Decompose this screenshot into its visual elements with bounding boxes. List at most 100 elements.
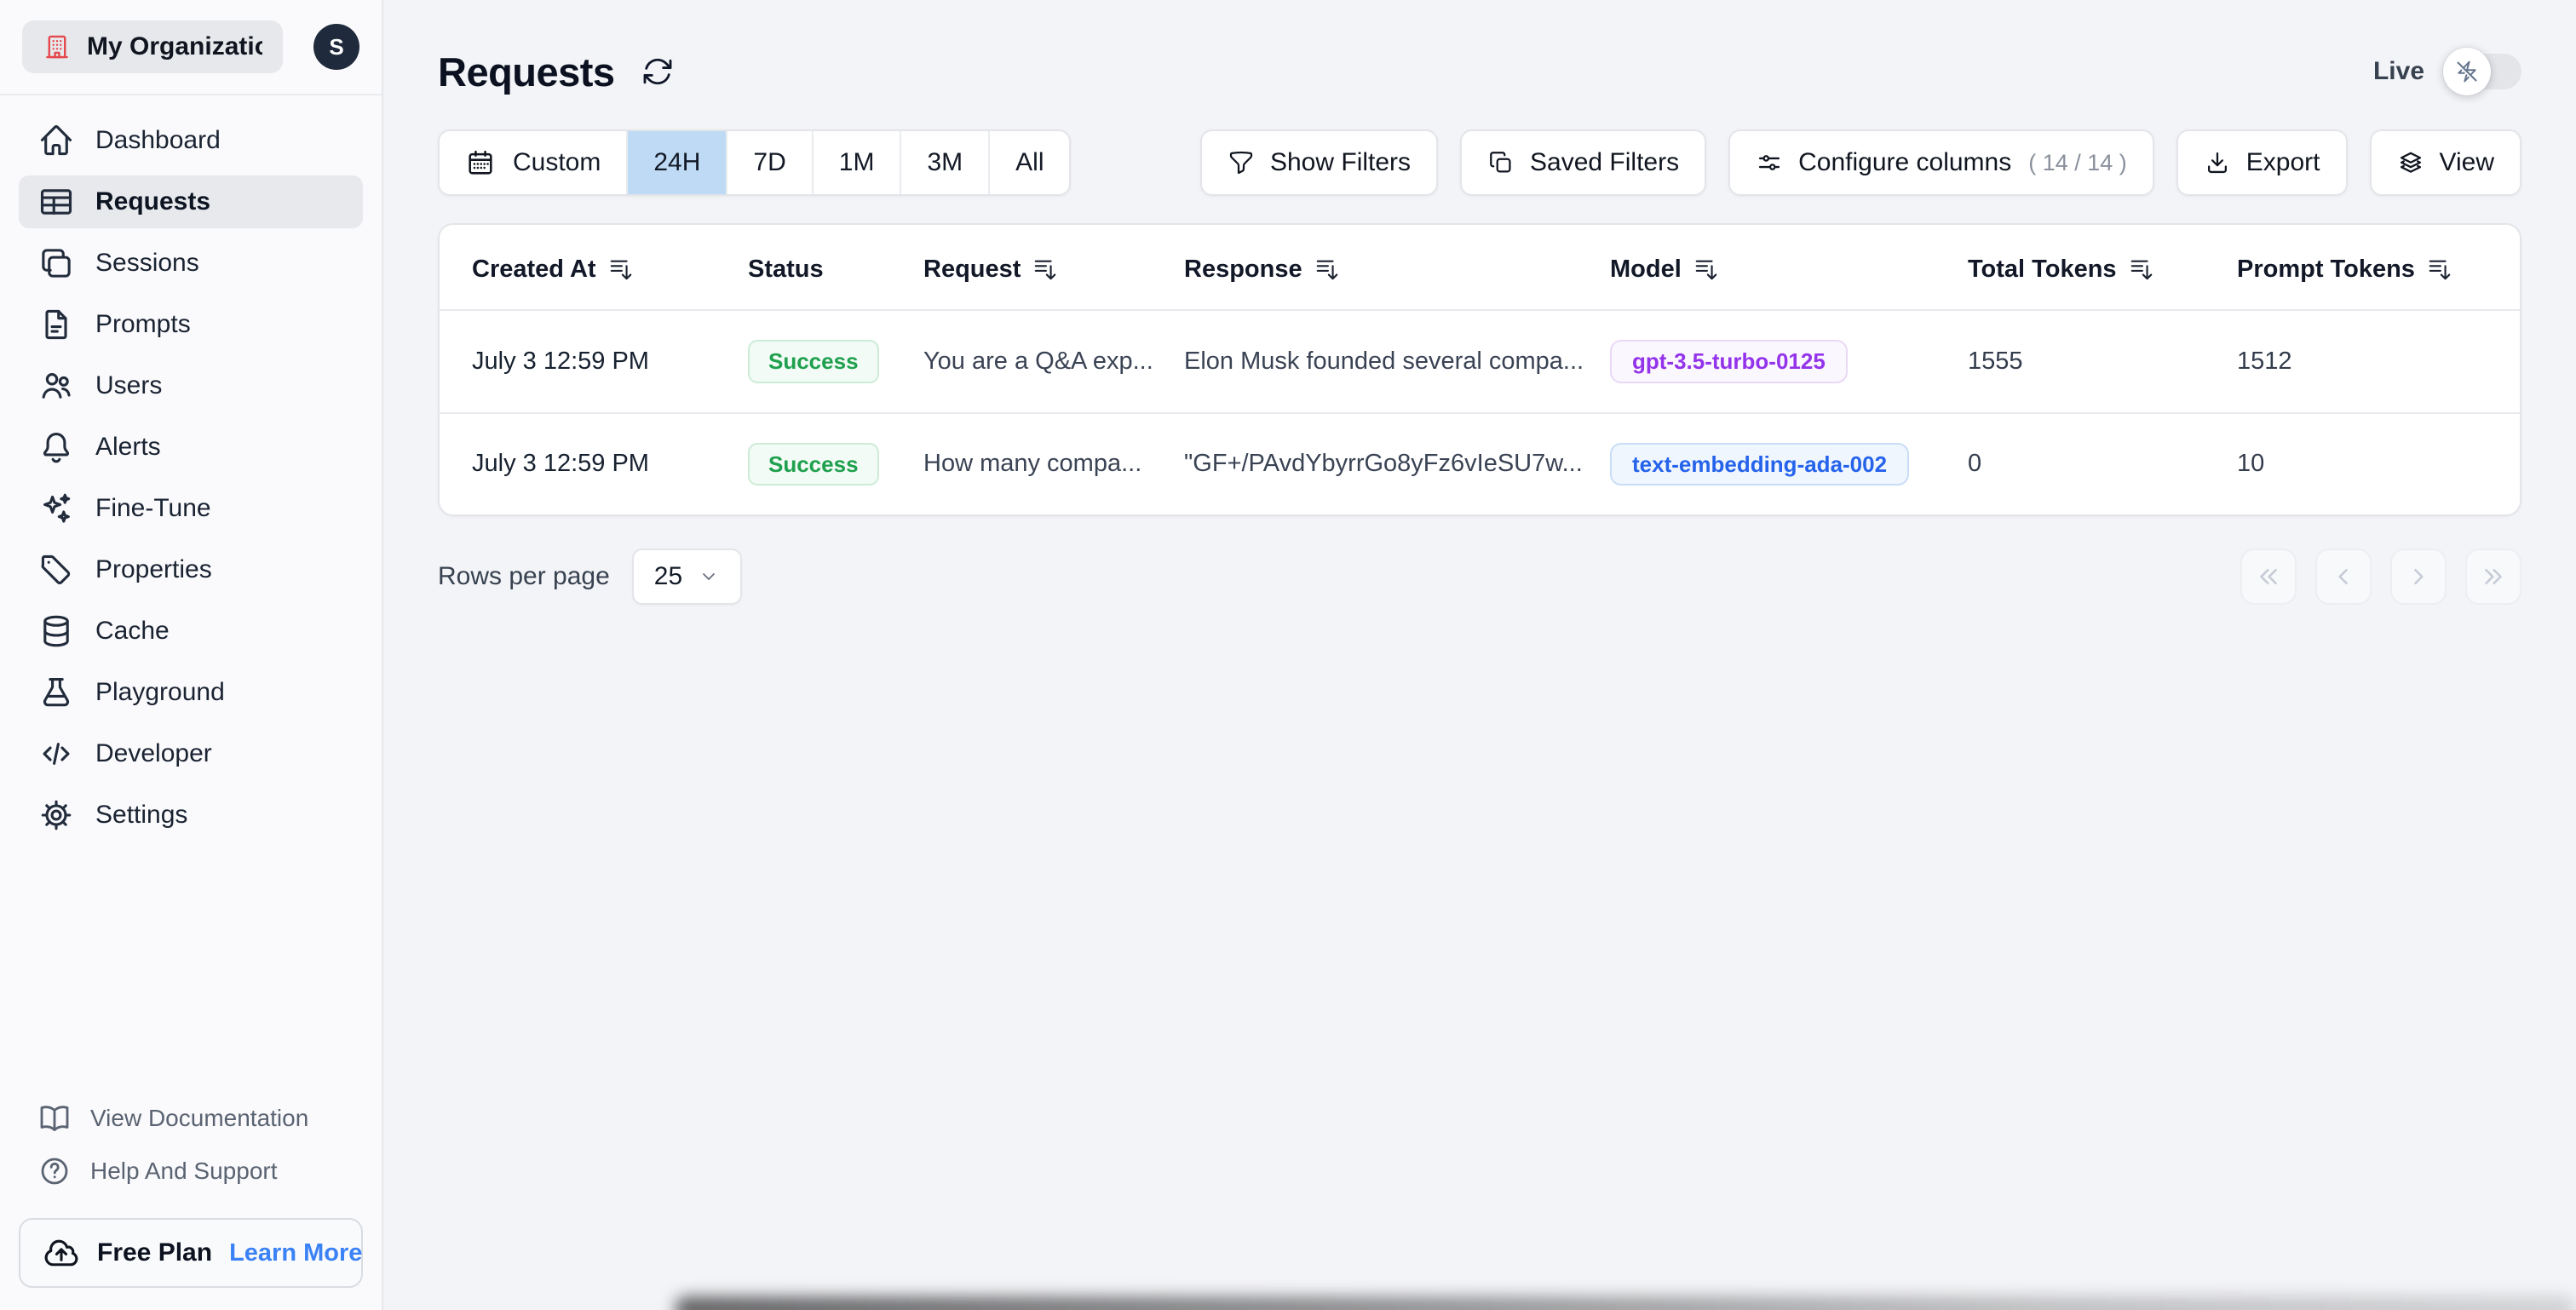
saved-filters-label: Saved Filters — [1530, 148, 1680, 176]
sidebar: My Organizatio... S Dashboard Requests Ses… — [0, 0, 383, 1310]
column-header-response[interactable]: Response — [1184, 225, 1610, 310]
time-range-7d[interactable]: 7D — [727, 131, 814, 194]
column-header-label: Prompt Tokens — [2237, 256, 2415, 283]
time-range-3m[interactable]: 3M — [901, 131, 991, 194]
user-avatar[interactable]: S — [313, 24, 359, 70]
arrow-down-tray-icon — [2207, 152, 2227, 174]
table-cells-icon — [40, 189, 72, 215]
plan-banner[interactable]: Free Plan Learn More — [19, 1218, 363, 1288]
square-stack-icon — [42, 249, 71, 278]
sidebar-item-properties[interactable]: Properties — [19, 543, 363, 596]
column-header-label: Total Tokens — [1968, 256, 2117, 283]
first-page-button[interactable] — [2240, 549, 2297, 606]
column-header-created-at[interactable]: Created At — [440, 225, 748, 310]
learn-more-link[interactable]: Learn More — [229, 1239, 362, 1267]
bolt-slash-icon — [2457, 60, 2477, 83]
sidebar-nav: Dashboard Requests Sessions Prompts Users Ale… — [0, 95, 382, 860]
pagination: Rows per page 25 — [438, 549, 2521, 606]
view-button[interactable]: View — [2369, 129, 2521, 196]
last-page-button[interactable] — [2465, 549, 2521, 606]
refresh-button[interactable] — [641, 55, 675, 89]
copy-icon — [1490, 152, 1511, 173]
table-row[interactable]: July 3 12:59 PM Success You are a Q&A exp.… — [440, 309, 2520, 413]
time-range-custom[interactable]: Custom — [440, 131, 629, 194]
help-and-support-link[interactable]: Help And Support — [19, 1145, 363, 1198]
sidebar-item-dashboard[interactable]: Dashboard — [19, 114, 363, 167]
sidebar-item-label: Users — [95, 371, 163, 399]
sidebar-item-cache[interactable]: Cache — [19, 605, 363, 658]
cell-model: text-embedding-ada-002 — [1610, 411, 1968, 515]
configure-columns-button[interactable]: Configure columns ( 14 / 14 ) — [1728, 129, 2154, 196]
rows-per-page-value: 25 — [653, 562, 683, 591]
bars-arrow-down-icon — [1316, 260, 1337, 280]
column-header-label: Model — [1610, 256, 1682, 283]
model-badge: text-embedding-ada-002 — [1610, 442, 1910, 486]
column-header-label: Request — [923, 256, 1021, 283]
tag-icon — [41, 554, 71, 584]
time-range-label: All — [1015, 148, 1044, 176]
bars-arrow-down-icon — [1695, 260, 1717, 280]
export-label: Export — [2245, 148, 2320, 176]
book-open-icon — [40, 1106, 69, 1131]
time-range-label: 3M — [927, 148, 963, 176]
toolbar: Custom 24H 7D 1M 3M All Show Filters Saved Fi… — [438, 129, 2521, 196]
chevron-right-icon — [2414, 569, 2424, 585]
sidebar-item-requests[interactable]: Requests — [19, 175, 363, 228]
sidebar-item-label: Cache — [95, 617, 170, 645]
sidebar-item-prompts[interactable]: Prompts — [19, 298, 363, 351]
sidebar-item-sessions[interactable]: Sessions — [19, 237, 363, 290]
export-button[interactable]: Export — [2176, 129, 2348, 196]
bars-arrow-down-icon — [610, 260, 631, 280]
column-header-request[interactable]: Request — [923, 225, 1184, 310]
code-icon — [43, 743, 70, 765]
sidebar-item-label: Settings — [95, 801, 188, 829]
sidebar-item-developer[interactable]: Developer — [19, 727, 363, 780]
saved-filters-button[interactable]: Saved Filters — [1460, 129, 1707, 196]
column-header-total-tokens[interactable]: Total Tokens — [1968, 225, 2237, 310]
cell-status: Success — [748, 309, 923, 413]
time-range-24h[interactable]: 24H — [628, 131, 728, 194]
requests-table-body: July 3 12:59 PM Success You are a Q&A exp.… — [440, 309, 2520, 515]
sidebar-item-alerts[interactable]: Alerts — [19, 421, 363, 474]
column-header-prompt-tokens[interactable]: Prompt Tokens — [2237, 225, 2520, 310]
rows-per-page-label: Rows per page — [438, 562, 610, 591]
plan-label: Free Plan — [97, 1238, 213, 1267]
sidebar-item-label: Properties — [95, 555, 212, 583]
cell-total-tokens: 1555 — [1968, 309, 2237, 413]
next-page-button[interactable] — [2390, 549, 2447, 606]
status-badge: Success — [748, 340, 879, 383]
previous-page-button[interactable] — [2315, 549, 2372, 606]
bars-arrow-down-icon — [2130, 260, 2152, 280]
chevrons-right-icon — [2485, 569, 2502, 585]
footer-link-label: Help And Support — [90, 1158, 278, 1184]
sidebar-item-fine-tune[interactable]: Fine-Tune — [19, 482, 363, 535]
show-filters-button[interactable]: Show Filters — [1199, 129, 1439, 196]
time-range-all[interactable]: All — [990, 131, 1069, 194]
view-documentation-link[interactable]: View Documentation — [19, 1092, 363, 1145]
cell-status: Success — [748, 411, 923, 515]
requests-table-card: Created At Status Request Response Model Tota… — [438, 223, 2521, 517]
chevron-down-icon — [703, 573, 716, 581]
building-icon — [46, 35, 68, 59]
sidebar-item-users[interactable]: Users — [19, 359, 363, 412]
sidebar-item-playground[interactable]: Playground — [19, 666, 363, 719]
live-label: Live — [2372, 57, 2424, 85]
table-row[interactable]: July 3 12:59 PM Success How many compa... "… — [440, 411, 2520, 515]
rows-per-page-select[interactable]: 25 — [631, 549, 743, 606]
document-text-icon — [45, 309, 67, 340]
column-header-label: Status — [748, 256, 824, 283]
beaker-icon — [43, 678, 70, 707]
live-toggle[interactable] — [2443, 48, 2521, 95]
column-header-model[interactable]: Model — [1610, 225, 1968, 310]
org-selector[interactable]: My Organizatio... — [22, 20, 283, 73]
org-name: My Organizatio... — [87, 32, 262, 60]
column-header-label: Response — [1184, 256, 1302, 283]
model-badge: gpt-3.5-turbo-0125 — [1610, 340, 1848, 383]
cell-created-at: July 3 12:59 PM — [440, 411, 748, 515]
funnel-icon — [1229, 151, 1253, 175]
time-range-1m[interactable]: 1M — [814, 131, 902, 194]
cell-request: You are a Q&A exp... — [923, 309, 1184, 413]
column-header-status: Status — [748, 225, 923, 310]
arrow-path-icon — [643, 58, 672, 85]
sidebar-item-settings[interactable]: Settings — [19, 789, 363, 842]
